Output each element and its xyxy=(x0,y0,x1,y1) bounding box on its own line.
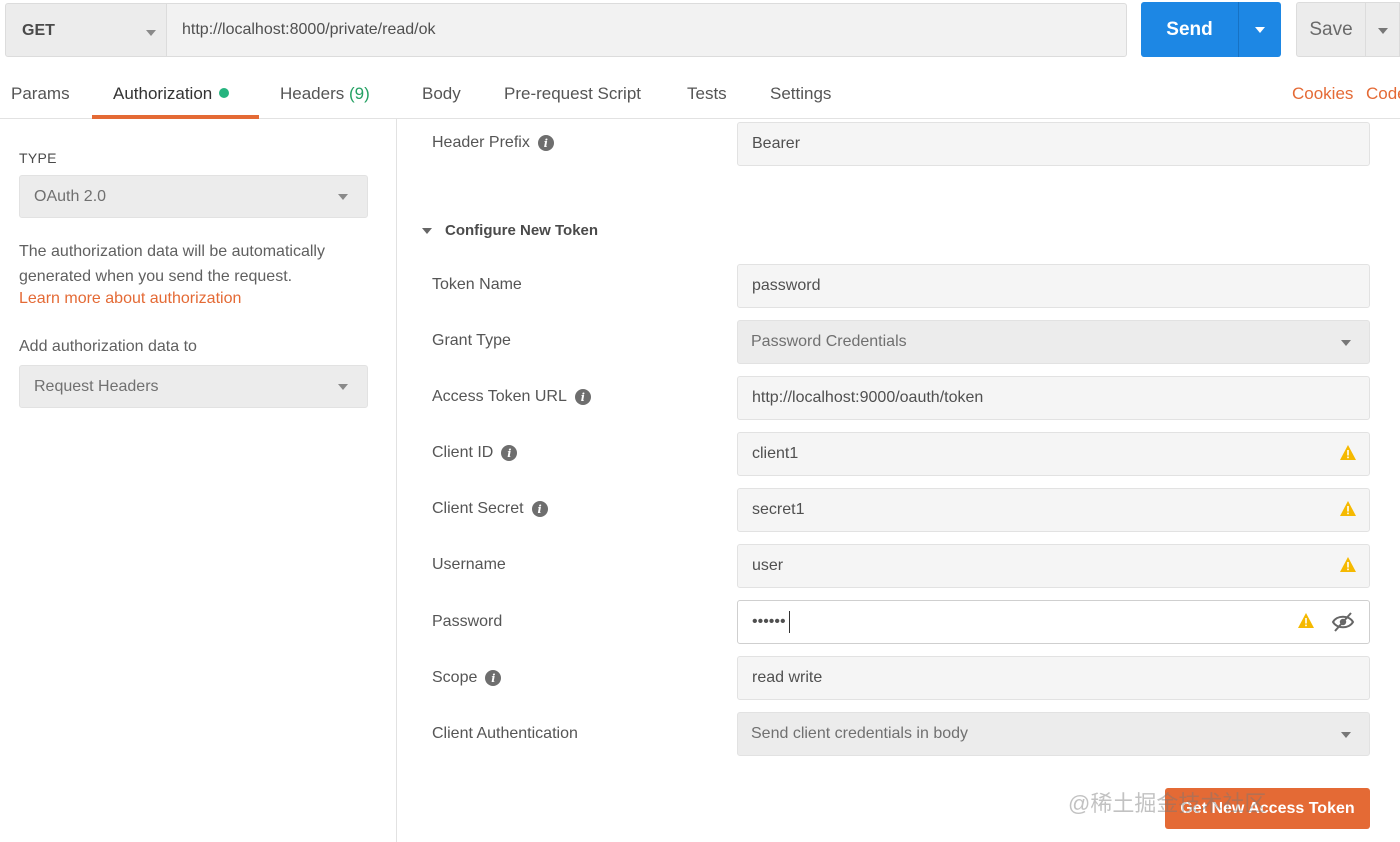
chevron-down-icon xyxy=(1378,28,1388,34)
send-button[interactable]: Send xyxy=(1141,2,1238,57)
auth-type-value: OAuth 2.0 xyxy=(34,188,107,205)
request-tabs: Params Authorization Headers (9) Body Pr… xyxy=(0,62,1400,119)
chevron-down-icon xyxy=(1255,27,1265,33)
tab-params[interactable]: Params xyxy=(11,84,70,104)
tab-tests[interactable]: Tests xyxy=(687,84,727,104)
header-prefix-input[interactable] xyxy=(737,122,1370,166)
client-id-input[interactable] xyxy=(737,432,1370,476)
chevron-down-icon xyxy=(422,227,432,234)
chevron-down-icon xyxy=(1341,732,1351,738)
username-input[interactable] xyxy=(737,544,1370,588)
auth-type-select[interactable]: OAuth 2.0 xyxy=(19,175,368,218)
username-label: Username xyxy=(432,556,506,573)
tab-settings[interactable]: Settings xyxy=(770,84,831,104)
add-to-label: Add authorization data to xyxy=(19,338,197,355)
text-cursor xyxy=(789,611,790,633)
type-label: TYPE xyxy=(19,150,57,166)
tab-pre-request-script[interactable]: Pre-request Script xyxy=(504,84,641,104)
info-icon[interactable]: i xyxy=(501,445,518,461)
header-prefix-label: Header Prefix i xyxy=(432,134,554,152)
save-options-button[interactable] xyxy=(1366,2,1400,57)
tab-body[interactable]: Body xyxy=(422,84,461,104)
chevron-down-icon xyxy=(338,194,348,200)
password-input[interactable] xyxy=(737,600,1370,644)
grant-type-value: Password Credentials xyxy=(751,333,907,350)
add-to-select[interactable]: Request Headers xyxy=(19,365,368,408)
tab-headers[interactable]: Headers (9) xyxy=(280,84,370,104)
request-bar: GET Send Save xyxy=(0,0,1400,62)
auth-description: The authorization data will be automatic… xyxy=(19,243,325,285)
scope-label: Scope i xyxy=(432,669,502,687)
auth-sidebar: TYPE OAuth 2.0 The authorization data wi… xyxy=(0,119,397,842)
access-token-url-input[interactable] xyxy=(737,376,1370,420)
chevron-down-icon xyxy=(338,384,348,390)
method-label: GET xyxy=(22,22,55,39)
get-new-access-token-button[interactable]: Get New Access Token xyxy=(1165,788,1370,829)
headers-count: (9) xyxy=(349,84,370,103)
warning-icon xyxy=(1340,557,1356,572)
chevron-down-icon xyxy=(1341,340,1351,346)
client-secret-input[interactable] xyxy=(737,488,1370,532)
tab-authorization[interactable]: Authorization xyxy=(113,84,230,104)
username-field xyxy=(737,544,1370,588)
info-icon[interactable]: i xyxy=(574,389,591,405)
password-field xyxy=(737,600,1370,644)
cookies-link[interactable]: Cookies xyxy=(1292,84,1353,104)
method-select[interactable]: GET xyxy=(5,3,167,57)
access-token-url-label: Access Token URL i xyxy=(432,388,591,406)
code-link[interactable]: Code xyxy=(1366,84,1400,104)
client-secret-label: Client Secret i xyxy=(432,500,548,518)
client-secret-field xyxy=(737,488,1370,532)
oauth-form: Header Prefixi Configure New Token Token… xyxy=(398,119,1400,842)
grant-type-label: Grant Type xyxy=(432,332,511,349)
client-auth-select[interactable]: Send client credentials in body xyxy=(737,712,1370,756)
info-icon[interactable]: i xyxy=(537,135,554,151)
url-input[interactable] xyxy=(166,3,1127,57)
warning-icon xyxy=(1298,613,1314,628)
active-indicator-dot xyxy=(219,88,230,98)
eye-slash-icon[interactable] xyxy=(1331,611,1355,633)
configure-new-token-toggle[interactable]: Configure New Token xyxy=(422,222,598,239)
client-id-label: Client ID i xyxy=(432,444,518,462)
send-options-button[interactable] xyxy=(1238,2,1281,57)
warning-icon xyxy=(1340,445,1356,460)
client-id-field xyxy=(737,432,1370,476)
token-name-input[interactable] xyxy=(737,264,1370,308)
token-name-label: Token Name xyxy=(432,276,522,293)
password-label: Password xyxy=(432,613,503,630)
add-to-value: Request Headers xyxy=(34,378,159,395)
client-auth-value: Send client credentials in body xyxy=(751,725,969,742)
info-icon[interactable]: i xyxy=(485,670,502,686)
grant-type-select[interactable]: Password Credentials xyxy=(737,320,1370,364)
client-auth-label: Client Authentication xyxy=(432,725,578,742)
save-button[interactable]: Save xyxy=(1296,2,1366,57)
scope-input[interactable] xyxy=(737,656,1370,700)
info-icon[interactable]: i xyxy=(531,501,548,517)
chevron-down-icon xyxy=(146,30,156,36)
warning-icon xyxy=(1340,501,1356,516)
learn-more-link[interactable]: Learn more about authorization xyxy=(19,290,241,308)
